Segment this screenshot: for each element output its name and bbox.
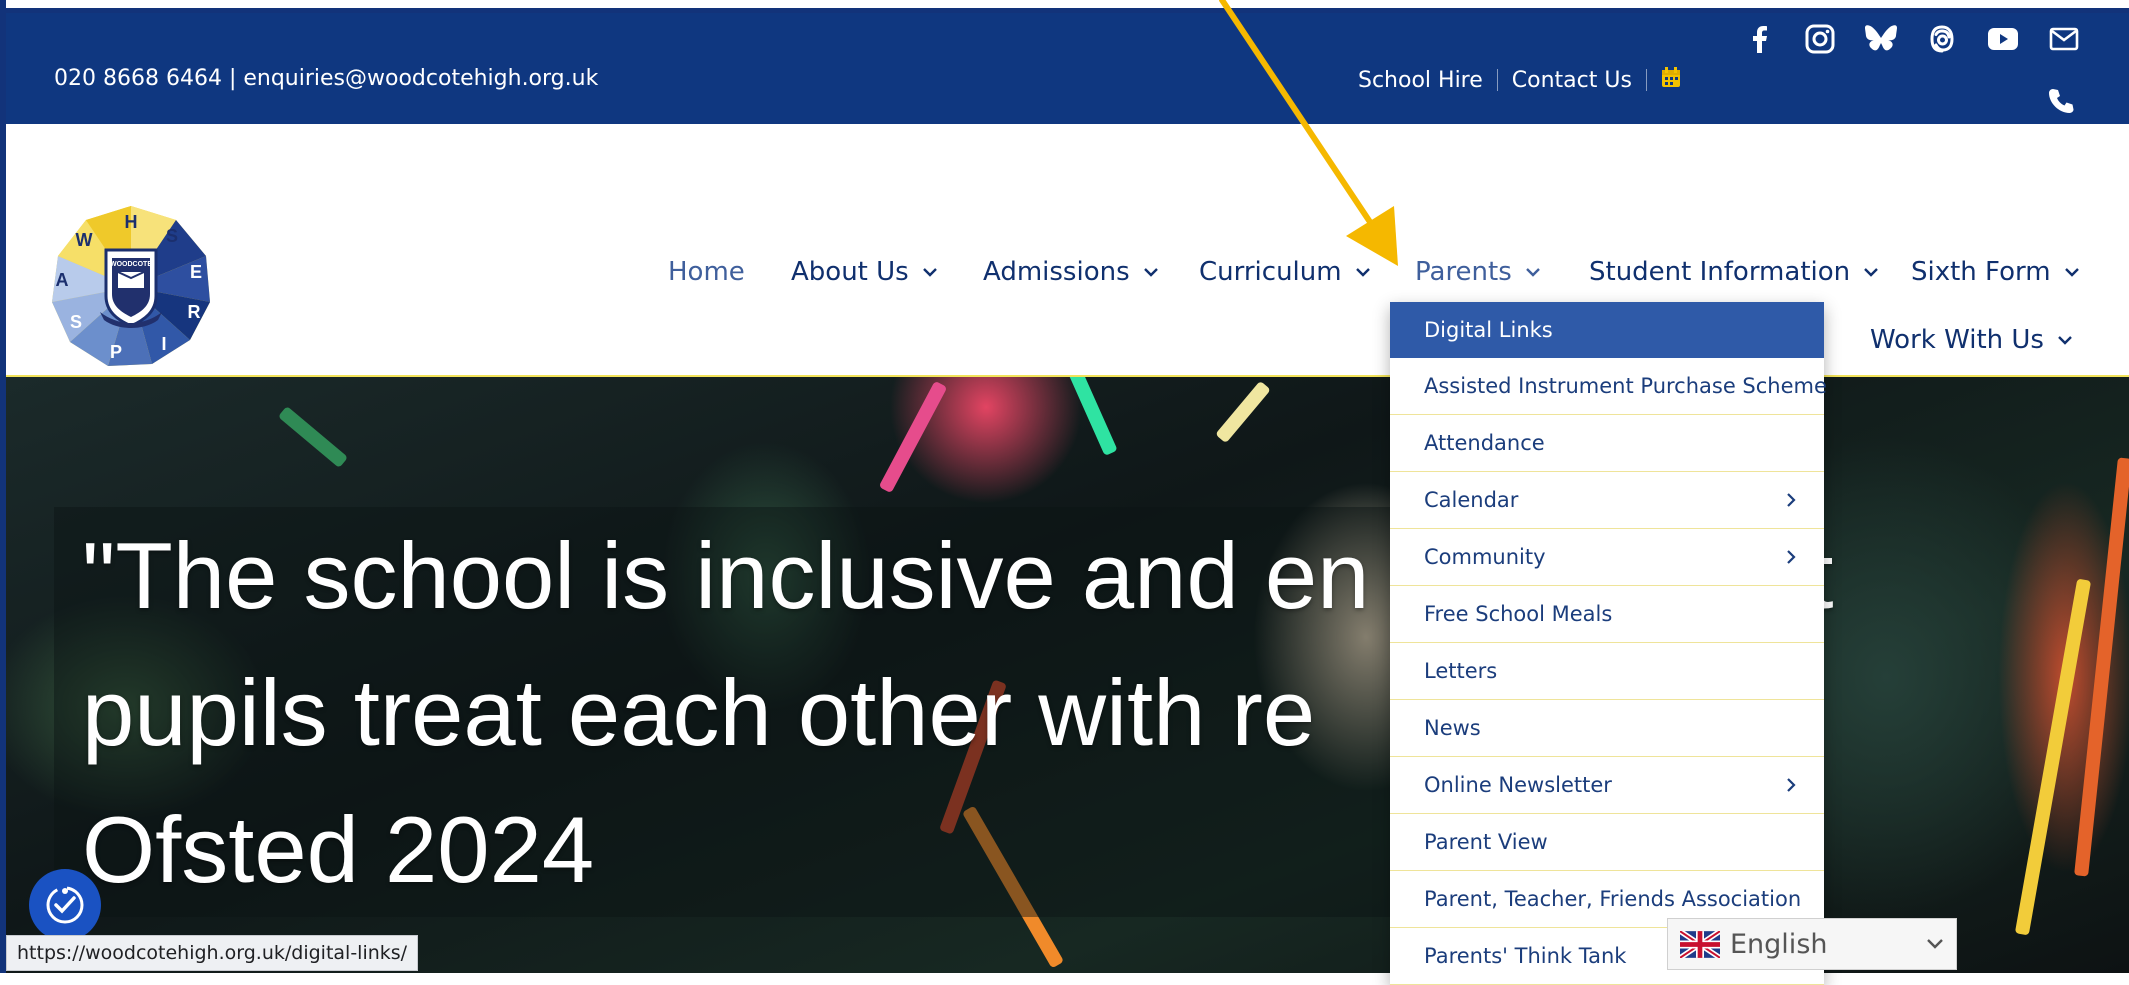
nav-label: Admissions [983, 257, 1130, 287]
nav-label: Sixth Form [1911, 257, 2051, 287]
menu-item-parent-view[interactable]: Parent View [1390, 814, 1824, 871]
menu-item-free-school-meals[interactable]: Free School Meals [1390, 586, 1824, 643]
instagram-icon[interactable] [1803, 22, 1837, 56]
link-divider [1496, 69, 1498, 91]
nav-admissions[interactable]: Admissions [983, 257, 1158, 287]
accessibility-button[interactable] [29, 869, 101, 941]
nav-label: Home [668, 257, 745, 287]
nav-curriculum[interactable]: Curriculum [1199, 257, 1370, 287]
decorative-ribbon [2014, 578, 2092, 936]
logo-letter: S [70, 312, 82, 332]
logo-letter: A [56, 270, 69, 290]
threads-icon[interactable] [1925, 22, 1959, 56]
nav-label: Parents [1415, 257, 1512, 287]
chevron-right-icon [1786, 549, 1796, 565]
chevron-right-icon [1786, 492, 1796, 508]
chevron-down-icon [1864, 267, 1878, 277]
chevron-down-icon [1143, 267, 1158, 277]
nav-student-information[interactable]: Student Information [1589, 257, 1878, 287]
calendar-icon[interactable] [1661, 66, 1681, 94]
contact-info[interactable]: 020 8668 6464 | enquiries@woodcotehigh.o… [54, 66, 598, 91]
browser-status-url: https://woodcotehigh.org.uk/digital-link… [6, 935, 419, 971]
bluesky-icon[interactable] [1864, 22, 1898, 56]
facebook-icon[interactable] [1742, 22, 1776, 56]
chevron-down-icon [1525, 267, 1540, 277]
nav-work-with-us[interactable]: Work With Us [1870, 325, 2072, 355]
link-divider [1645, 69, 1647, 91]
chevron-down-icon [1355, 267, 1370, 277]
logo-letter: W [76, 230, 93, 250]
mail-icon[interactable] [2047, 22, 2081, 56]
window-left-border [0, 0, 6, 973]
phone-icon[interactable] [2044, 84, 2078, 118]
menu-item-attendance[interactable]: Attendance [1390, 415, 1824, 472]
logo-crest-text: WOODCOTE [110, 261, 152, 268]
logo-letter: E [190, 262, 202, 282]
nav-home[interactable]: Home [668, 257, 745, 287]
language-selector[interactable]: English [1667, 918, 1957, 970]
menu-item-online-newsletter[interactable]: Online Newsletter [1390, 757, 1824, 814]
decorative-ribbon [277, 405, 349, 469]
parents-dropdown-menu: Digital Links Assisted Instrument Purcha… [1390, 302, 1827, 985]
accessibility-icon [46, 886, 84, 924]
chevron-down-icon [2064, 267, 2079, 277]
school-hire-link[interactable]: School Hire [1358, 68, 1483, 93]
social-links [1742, 22, 2081, 56]
top-links: School Hire Contact Us [1358, 66, 1681, 94]
window-top-edge [0, 0, 2129, 8]
nav-label: Curriculum [1199, 257, 1342, 287]
contact-us-link[interactable]: Contact Us [1512, 68, 1632, 93]
menu-item-news[interactable]: News [1390, 700, 1824, 757]
logo-letter: S [166, 226, 178, 246]
logo-letter: R [188, 302, 201, 322]
decorative-ribbon [1068, 377, 1118, 456]
nav-label: About Us [791, 257, 909, 287]
nav-about-us[interactable]: About Us [791, 257, 937, 287]
decorative-ribbon [2074, 457, 2129, 877]
nav-sixth-form[interactable]: Sixth Form [1911, 257, 2079, 287]
school-logo[interactable]: H S E R I P S A W WOODCOTE [44, 200, 218, 378]
nav-parents[interactable]: Parents [1415, 257, 1540, 287]
menu-item-calendar[interactable]: Calendar [1390, 472, 1824, 529]
decorative-ribbon [878, 380, 948, 494]
menu-item-letters[interactable]: Letters [1390, 643, 1824, 700]
youtube-icon[interactable] [1986, 22, 2020, 56]
nav-label: Work With Us [1870, 325, 2044, 355]
menu-item-community[interactable]: Community [1390, 529, 1824, 586]
nav-label: Student Information [1589, 257, 1851, 287]
logo-letter: P [110, 342, 122, 362]
chevron-down-icon [1926, 938, 1944, 950]
logo-letter: I [161, 334, 166, 354]
menu-item-digital-links[interactable]: Digital Links [1390, 302, 1824, 358]
uk-flag-icon [1680, 930, 1720, 958]
logo-letter: H [125, 212, 138, 232]
chevron-down-icon [2058, 335, 2072, 345]
decorative-ribbon [1215, 380, 1271, 444]
chevron-right-icon [1786, 777, 1796, 793]
chevron-down-icon [922, 267, 937, 277]
language-label: English [1730, 928, 1828, 960]
menu-item-assisted-instrument[interactable]: Assisted Instrument Purchase Scheme [1390, 358, 1827, 415]
